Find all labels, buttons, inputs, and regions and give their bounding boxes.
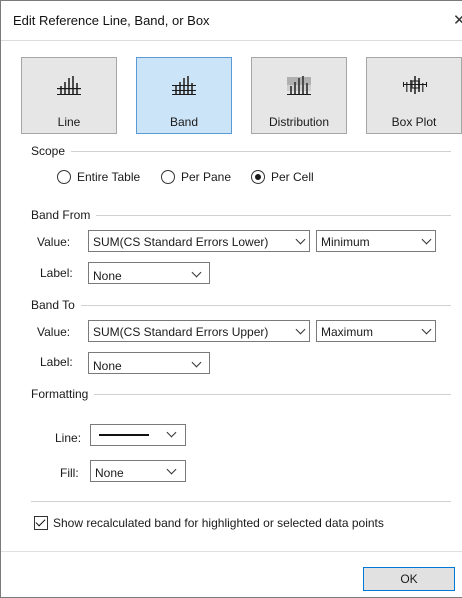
band-from-value-label: Value: xyxy=(37,235,71,249)
radio-label: Entire Table xyxy=(77,170,141,184)
band-to-label-text: None xyxy=(93,359,122,373)
recalculated-band-checkbox[interactable] xyxy=(34,516,48,530)
line-style-swatch xyxy=(99,434,149,436)
line-style-label: Line: xyxy=(55,431,82,445)
radio-label: Per Pane xyxy=(181,170,232,184)
type-distribution-label: Distribution xyxy=(268,115,330,129)
recalculated-band-label: Show recalculated band for highlighted o… xyxy=(53,516,384,530)
band-from-label-select[interactable]: None xyxy=(88,262,210,284)
dialog-title: Edit Reference Line, Band, or Box xyxy=(13,13,210,28)
band-from-label-text: None xyxy=(93,269,122,283)
type-boxplot-button[interactable]: Box Plot xyxy=(366,57,462,134)
box-plot-icon xyxy=(403,76,427,94)
line-style-select[interactable] xyxy=(90,424,186,446)
edit-reference-dialog: Edit Reference Line, Band, or Box ✕ Line xyxy=(0,0,462,598)
type-band-button[interactable]: Band xyxy=(136,57,232,134)
chevron-down-icon xyxy=(166,464,177,475)
radio-button[interactable] xyxy=(57,170,71,184)
type-band-label: Band xyxy=(169,115,199,129)
type-line-label: Line xyxy=(57,115,81,129)
fill-value-text: None xyxy=(95,466,124,480)
checkmark-icon xyxy=(35,516,46,527)
fill-label: Fill: xyxy=(60,466,79,480)
type-boxplot-label: Box Plot xyxy=(391,115,437,129)
radio-button[interactable] xyxy=(161,170,175,184)
ok-button[interactable]: OK xyxy=(363,567,455,591)
chevron-down-icon xyxy=(191,357,202,368)
title-bar: Edit Reference Line, Band, or Box ✕ xyxy=(1,1,462,41)
band-to-heading: Band To xyxy=(31,298,81,312)
band-to-aggregation-text: Maximum xyxy=(321,325,374,339)
band-to-aggregation-select[interactable]: Maximum xyxy=(316,320,436,342)
type-line-button[interactable]: Line xyxy=(21,57,117,134)
reference-type-selector: Line Band Distribution Box Plot xyxy=(21,57,462,134)
chevron-down-icon xyxy=(191,267,202,278)
line-chart-icon xyxy=(57,76,81,95)
band-to-divider xyxy=(31,305,451,306)
band-from-aggregation-text: Minimum xyxy=(321,235,370,249)
chevron-down-icon xyxy=(421,234,432,245)
formatting-bottom-divider xyxy=(31,501,451,502)
band-to-label-label: Label: xyxy=(40,355,73,369)
radio-label: Per Cell xyxy=(271,170,314,184)
formatting-heading: Formatting xyxy=(31,387,95,401)
type-distribution-button[interactable]: Distribution xyxy=(251,57,347,134)
band-to-value-select[interactable]: SUM(CS Standard Errors Upper) xyxy=(88,320,310,342)
band-chart-icon xyxy=(172,76,196,95)
band-from-value-text: SUM(CS Standard Errors Lower) xyxy=(93,235,269,249)
ok-button-label: OK xyxy=(400,572,418,586)
chevron-down-icon xyxy=(421,324,432,335)
band-from-label-label: Label: xyxy=(40,266,73,280)
chevron-down-icon xyxy=(295,234,306,245)
band-from-heading: Band From xyxy=(31,208,97,222)
chevron-down-icon xyxy=(166,427,177,438)
scope-heading: Scope xyxy=(31,144,72,158)
footer-divider xyxy=(1,551,462,552)
band-to-label-select[interactable]: None xyxy=(88,352,210,374)
band-from-value-select[interactable]: SUM(CS Standard Errors Lower) xyxy=(88,230,310,252)
scope-divider xyxy=(31,151,451,152)
close-icon[interactable]: ✕ xyxy=(453,11,462,29)
fill-select[interactable]: None xyxy=(90,460,186,482)
band-to-value-text: SUM(CS Standard Errors Upper) xyxy=(93,325,269,339)
radio-button-selected[interactable] xyxy=(251,170,265,184)
distribution-chart-icon xyxy=(287,76,311,95)
chevron-down-icon xyxy=(295,324,306,335)
band-from-aggregation-select[interactable]: Minimum xyxy=(316,230,436,252)
band-to-value-label: Value: xyxy=(37,325,71,339)
